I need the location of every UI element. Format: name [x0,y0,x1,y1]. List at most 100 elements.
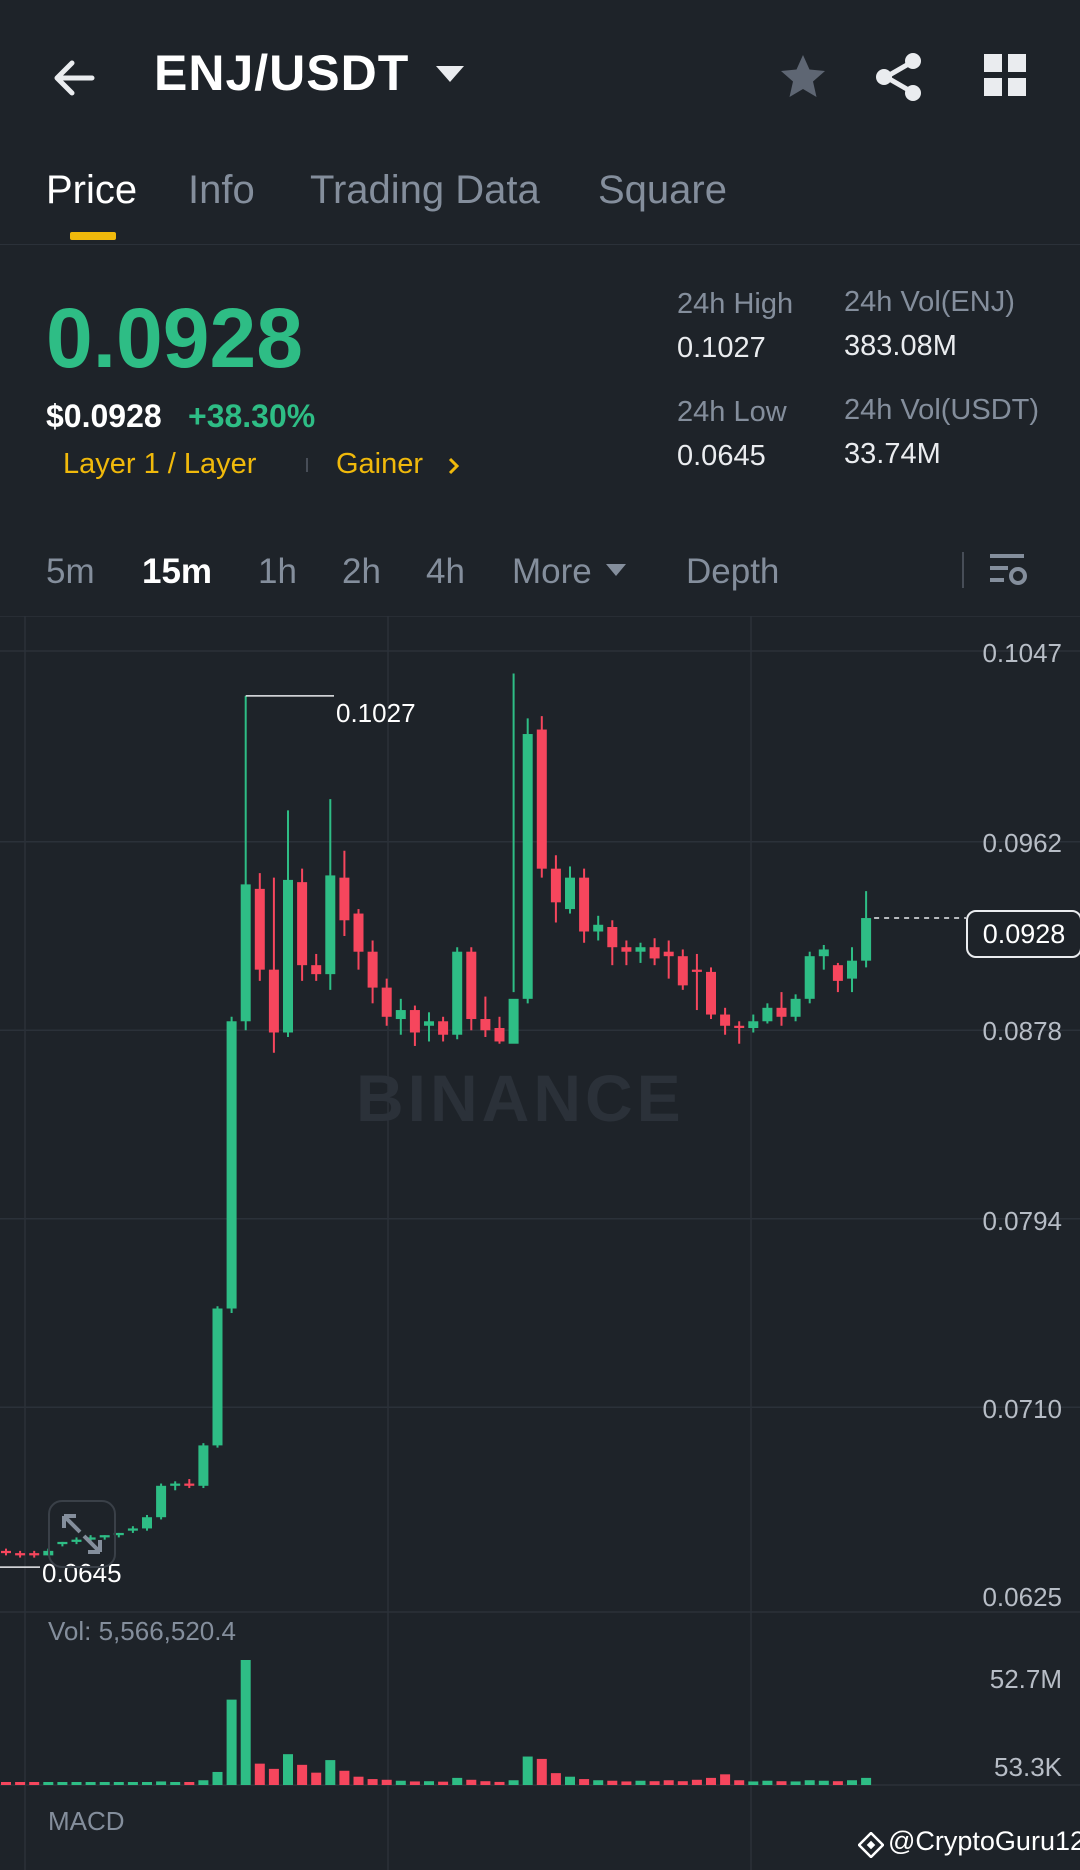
volume-bar [494,1781,505,1785]
candle-body [565,877,575,910]
volume-bar [226,1699,237,1785]
volume-bar [212,1771,223,1785]
chevron-right-icon[interactable] [446,456,462,476]
usd-price: $0.0928 [46,398,162,434]
volume-bar [466,1779,477,1785]
volume-axis-min: 53.3K [994,1752,1062,1782]
chart-canvas[interactable] [0,616,1080,1870]
tab-square[interactable]: Square [598,168,727,213]
favorite-star-icon[interactable] [776,50,830,104]
volume-bar [691,1779,702,1785]
top-bar: ENJ/USDT [0,0,1080,150]
volume-bar [706,1777,716,1785]
expand-icon[interactable] [48,1500,116,1568]
high-price-marker: 0.1027 [336,698,416,728]
volume-bar [57,1782,68,1785]
volume-bar [847,1780,857,1785]
interval-2h[interactable]: 2h [342,552,381,592]
tag-divider [306,458,308,472]
gainer-tag[interactable]: Gainer [336,448,423,481]
current-price-tag: 0.0928 [966,910,1080,958]
candle-body [593,924,604,932]
macd-indicator-label[interactable]: MACD [48,1806,125,1837]
high-24h-value: 0.1027 [677,332,766,364]
volume-bar [198,1780,209,1785]
candle-body [579,877,590,932]
candle-body [339,877,350,921]
candle-body [409,1010,420,1033]
interval-4h[interactable]: 4h [426,552,465,592]
candle-body [480,1019,491,1031]
volume-bar [142,1782,152,1785]
volume-bar [635,1780,646,1785]
pair-title[interactable]: ENJ/USDT [154,44,409,102]
volume-bar [536,1758,547,1785]
candle-body [536,729,547,869]
volume-bar [29,1782,40,1785]
candle-body [438,1021,449,1035]
low-24h-value: 0.0645 [677,440,766,472]
volume-bar [127,1782,138,1785]
category-tag[interactable]: Layer 1 / Layer [63,448,256,481]
candle-body [635,947,646,952]
candle-body [508,998,519,1044]
interval-15m[interactable]: 15m [142,552,212,592]
volume-bar [283,1754,293,1785]
grid-menu-icon[interactable] [982,52,1028,98]
volume-bar [156,1781,167,1785]
candle-body [353,913,364,952]
volume-bar [367,1779,378,1785]
volume-bar [861,1777,872,1785]
candle-body [268,969,279,1033]
interval-divider [962,552,964,588]
active-tab-indicator [70,232,116,240]
candle-body [776,1007,787,1017]
candle-body [325,875,336,975]
candle-body [240,884,251,1022]
candle-body [691,969,702,972]
volume-bar [438,1781,449,1785]
volume-bar [550,1773,561,1785]
tab-info[interactable]: Info [188,168,255,213]
volume-bar [170,1782,181,1785]
more-dropdown-caret-icon[interactable] [606,564,626,576]
candle-body [311,965,322,975]
tab-price[interactable]: Price [46,168,137,213]
volume-bar [593,1780,604,1785]
depth-toggle[interactable]: Depth [686,552,779,592]
candle-body [127,1528,138,1531]
volume-bar [353,1776,364,1785]
low-24h-label: 24h Low [677,396,787,428]
interval-more[interactable]: More [512,552,592,592]
candlestick-chart[interactable] [0,616,1080,1870]
volume-bar [790,1781,801,1785]
candle-body [297,882,308,966]
candle-body [156,1485,167,1518]
volume-bar [818,1780,829,1785]
candle-body [677,956,688,986]
volume-bar [720,1774,731,1785]
last-price: 0.0928 [46,291,303,385]
volume-bar [734,1780,745,1785]
interval-5m[interactable]: 5m [46,552,95,592]
share-icon[interactable] [872,50,926,104]
volume-bar [607,1780,618,1785]
price-axis-label: 0.1047 [982,638,1062,668]
vol-quote-value: 33.74M [844,438,941,470]
candle-body [748,1021,759,1029]
candle-body [367,951,378,988]
volume-bar [832,1781,843,1785]
price-axis-label: 0.0710 [982,1394,1062,1424]
volume-bar [99,1782,110,1785]
volume-bar [748,1781,759,1785]
volume-bar [339,1770,350,1785]
volume-bar [240,1660,251,1785]
author-credit: @CryptoGuru12 [888,1826,1080,1856]
tab-trading-data[interactable]: Trading Data [310,168,540,213]
back-arrow-icon[interactable] [48,52,100,104]
pair-dropdown-caret-icon[interactable] [436,66,464,82]
interval-1h[interactable]: 1h [258,552,297,592]
candle-body [734,1025,745,1029]
volume-axis-max: 52.7M [989,1664,1062,1694]
chart-settings-icon[interactable] [988,550,1028,590]
